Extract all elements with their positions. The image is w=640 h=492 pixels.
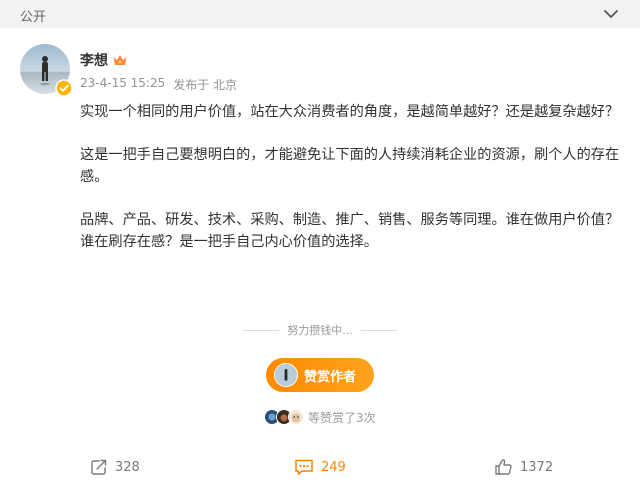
author-name[interactable]: 李想	[80, 50, 108, 70]
reward-tip-text: 努力攒钱中...	[287, 324, 353, 337]
post-source: 发布于 北京	[173, 78, 238, 92]
repost-button[interactable]: 328	[90, 458, 140, 476]
reward-tip: 努力攒钱中...	[0, 322, 640, 338]
repost-count: 328	[115, 459, 140, 475]
divider-line	[243, 329, 280, 331]
divider-line	[360, 329, 397, 331]
chevron-down-icon[interactable]	[602, 5, 620, 23]
post-action-bar: 328 249 1372	[0, 458, 640, 478]
post-time[interactable]: 23-4-15 15:25	[80, 76, 165, 93]
rewarder-avatar	[288, 409, 304, 425]
verified-icon	[55, 79, 73, 97]
post-paragraph: 品牌、产品、研发、技术、采购、制造、推广、销售、服务等同理。谁在做用户价值？谁在…	[80, 212, 620, 250]
comment-button[interactable]: 249	[294, 458, 346, 476]
author-avatar-small	[274, 363, 298, 387]
reward-author-button[interactable]: 赞赏作者	[266, 358, 374, 392]
post-paragraph: 这是一把手自己要想明白的，才能避免让下面的人持续消耗企业的资源，刷个人的存在感。	[80, 147, 620, 185]
like-button[interactable]: 1372	[494, 458, 553, 476]
post-paragraph: 实现一个相同的用户价值，站在大众消费者的角度，是越简单越好？还是越复杂越好？	[80, 104, 620, 120]
author-name-row: 李想	[80, 50, 128, 70]
rewarders-row[interactable]: 等赞赏了3次	[264, 408, 376, 426]
reward-button-label: 赞赏作者	[304, 369, 357, 385]
repost-icon	[91, 459, 107, 475]
visibility-label: 公开	[20, 10, 47, 25]
visibility-bar: 公开	[0, 0, 640, 28]
thumbs-up-icon	[495, 459, 512, 475]
post-meta: 23-4-15 15:25 发布于 北京	[80, 76, 237, 93]
post-content: 实现一个相同的用户价值，站在大众消费者的角度，是越简单越好？还是越复杂越好？ 这…	[80, 101, 625, 274]
author-avatar[interactable]	[20, 44, 73, 97]
like-count: 1372	[520, 459, 554, 475]
crown-icon[interactable]	[112, 53, 128, 67]
rewarded-count-text: 等赞赏了3次	[308, 410, 376, 425]
comment-count: 249	[321, 459, 346, 475]
comment-icon	[295, 459, 313, 475]
